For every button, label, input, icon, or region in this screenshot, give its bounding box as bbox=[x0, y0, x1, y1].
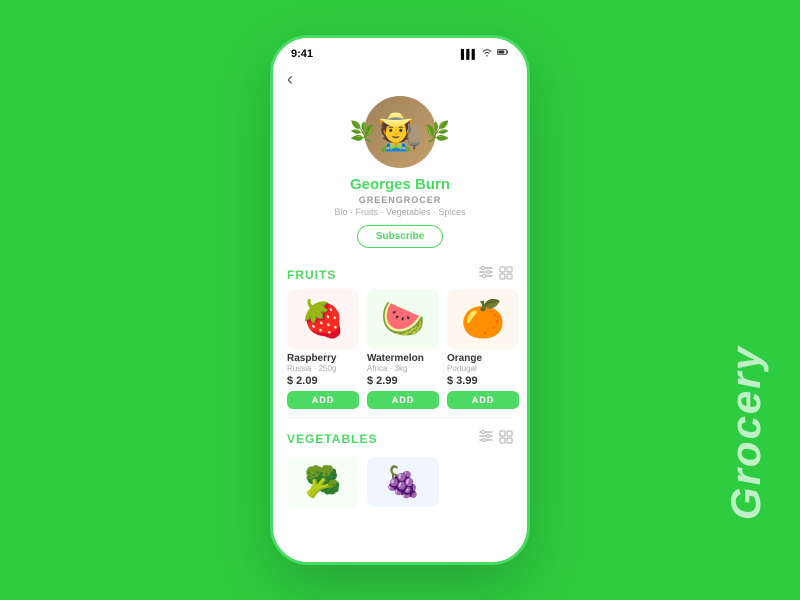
laurel-right-icon: 🌿 bbox=[425, 120, 450, 145]
raspberry-origin: Russia · 250g bbox=[287, 364, 336, 373]
veggie-card-1: 🥦 bbox=[287, 457, 359, 507]
status-icons: ▌▌▌ bbox=[461, 46, 509, 61]
product-card-raspberry: 🍓 Raspberry Russia · 250g $ 2.09 ADD bbox=[287, 289, 359, 409]
vegetables-section-header: VEGETABLES bbox=[273, 422, 527, 453]
fruits-products-row: 🍓 Raspberry Russia · 250g $ 2.09 ADD 🍉 W… bbox=[273, 289, 527, 417]
phone-mockup: 9:41 ▌▌▌ ‹ bbox=[270, 35, 530, 565]
watermelon-emoji: 🍉 bbox=[381, 298, 426, 340]
fruits-section-header: FRUITS bbox=[273, 258, 527, 289]
fruits-section-controls bbox=[479, 266, 513, 283]
profile-name: Georges Burn bbox=[350, 176, 450, 193]
subscribe-button[interactable]: Subscribe bbox=[357, 225, 443, 248]
orange-image: 🍊 bbox=[447, 289, 519, 349]
back-bar: ‹ bbox=[273, 65, 527, 92]
status-time: 9:41 bbox=[291, 48, 313, 60]
watermelon-add-button[interactable]: ADD bbox=[367, 391, 439, 409]
product-card-orange: 🍊 Orange Portugal $ 3.99 ADD bbox=[447, 289, 519, 409]
orange-price: $ 3.99 bbox=[447, 375, 478, 387]
orange-origin: Portugal bbox=[447, 364, 477, 373]
watermelon-price: $ 2.99 bbox=[367, 375, 398, 387]
profile-section: 🌿 🧑‍🌾 🌿 Georges Burn GREENGROCER Bio · F… bbox=[273, 92, 527, 258]
vegetables-section-controls bbox=[479, 430, 513, 447]
avatar-wrapper: 🌿 🧑‍🌾 🌿 bbox=[364, 96, 436, 168]
filter-icon[interactable] bbox=[479, 266, 493, 283]
watermelon-name: Watermelon bbox=[367, 353, 424, 364]
phone-content: ‹ 🌿 🧑‍🌾 🌿 Georges Burn GREENGROCER Bio ·… bbox=[273, 65, 527, 562]
orange-name: Orange bbox=[447, 353, 482, 364]
profile-role: GREENGROCER bbox=[359, 195, 442, 205]
veggie-card-2: 🍇 bbox=[367, 457, 439, 507]
veg-filter-icon[interactable] bbox=[479, 430, 493, 447]
raspberry-name: Raspberry bbox=[287, 353, 336, 364]
wifi-icon bbox=[481, 46, 493, 61]
raspberry-add-button[interactable]: ADD bbox=[287, 391, 359, 409]
vegetables-section: VEGETABLES bbox=[273, 418, 527, 507]
grid-icon[interactable] bbox=[499, 266, 513, 283]
orange-emoji: 🍊 bbox=[461, 298, 506, 340]
battery-icon bbox=[497, 46, 509, 61]
product-card-watermelon: 🍉 Watermelon Africa · 3kg $ 2.99 ADD bbox=[367, 289, 439, 409]
veg-grid-icon[interactable] bbox=[499, 430, 513, 447]
vegetables-section-title: VEGETABLES bbox=[287, 432, 377, 446]
phone-notch bbox=[360, 38, 440, 60]
signal-icon: ▌▌▌ bbox=[461, 49, 477, 59]
raspberry-emoji: 🍓 bbox=[301, 298, 346, 340]
vegetables-items-row: 🥦 🍇 bbox=[273, 453, 527, 507]
veggie-emoji-2: 🍇 bbox=[384, 465, 421, 500]
fruits-section-title: FRUITS bbox=[287, 268, 336, 282]
laurel-left-icon: 🌿 bbox=[350, 120, 375, 145]
watermelon-image: 🍉 bbox=[367, 289, 439, 349]
profile-tags: Bio · Fruits · Vegetables · Spices bbox=[334, 207, 465, 217]
veggie-emoji-1: 🥦 bbox=[304, 465, 341, 500]
orange-add-button[interactable]: ADD bbox=[447, 391, 519, 409]
grocery-label: Grocery bbox=[722, 345, 770, 520]
watermelon-origin: Africa · 3kg bbox=[367, 364, 407, 373]
back-button[interactable]: ‹ bbox=[287, 69, 293, 89]
raspberry-price: $ 2.09 bbox=[287, 375, 318, 387]
raspberry-image: 🍓 bbox=[287, 289, 359, 349]
avatar-face: 🧑‍🌾 bbox=[378, 111, 423, 153]
